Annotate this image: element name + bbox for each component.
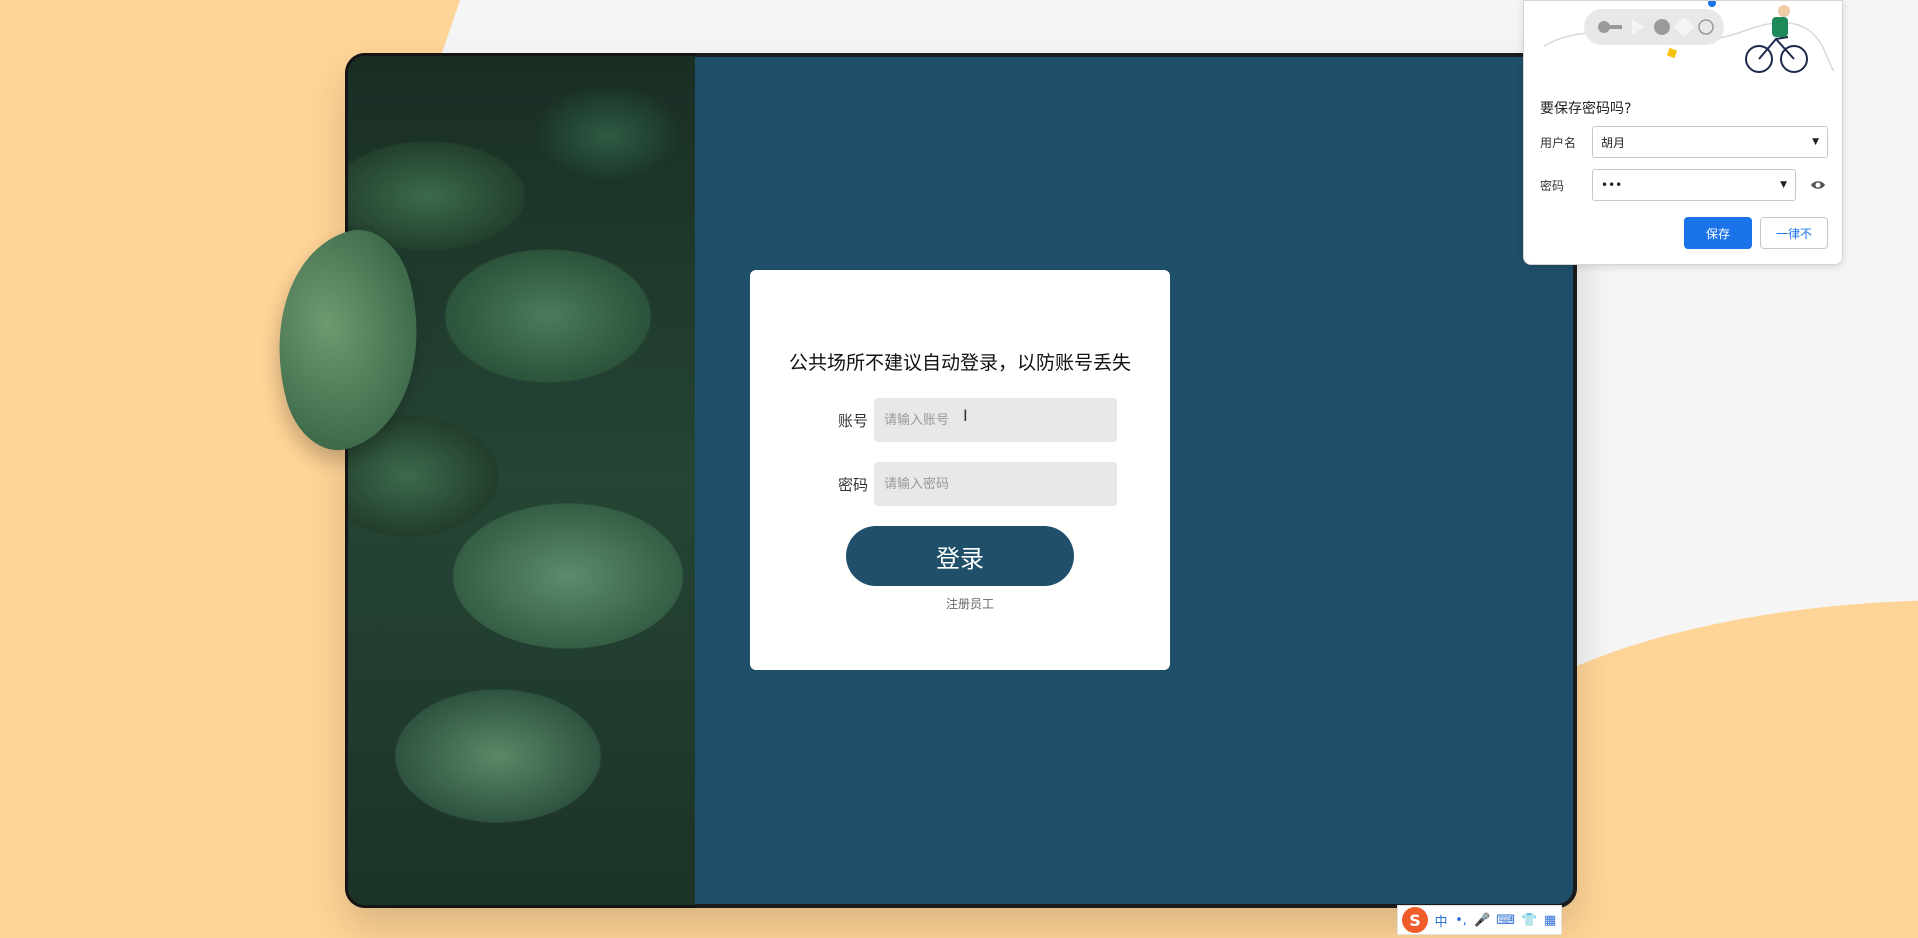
- save-password-popup: 要保存密码吗? 用户名 胡月 ▼ 密码 ••• ▼ 保存 一律不: [1523, 0, 1843, 265]
- ime-chinese-mode[interactable]: 中: [1434, 911, 1448, 930]
- ime-punctuation-icon[interactable]: •,: [1454, 913, 1468, 928]
- key-illustration-icon: [1544, 1, 1834, 73]
- apps-grid-icon[interactable]: ▦: [1543, 913, 1557, 928]
- chevron-down-icon: ▼: [1780, 180, 1787, 190]
- keyboard-icon[interactable]: ⌨: [1496, 913, 1515, 928]
- popup-password-label: 密码: [1540, 178, 1565, 193]
- chevron-down-icon: ▼: [1812, 137, 1819, 147]
- login-notice: 公共场所不建议自动登录，以防账号丢失: [788, 352, 1131, 374]
- leaf-image-panel: [345, 53, 695, 908]
- skin-icon[interactable]: 👕: [1521, 913, 1537, 928]
- password-row: 密码: [828, 462, 1117, 506]
- username-label: 用户名: [1540, 135, 1577, 150]
- microphone-icon[interactable]: 🎤: [1474, 913, 1490, 928]
- password-label: 密码: [837, 475, 868, 494]
- sogou-logo-icon[interactable]: S: [1402, 907, 1428, 933]
- password-value: •••: [1601, 178, 1623, 192]
- save-password-button[interactable]: 保存: [1684, 217, 1752, 249]
- never-save-button[interactable]: 一律不: [1760, 217, 1828, 249]
- password-save-row: 密码 ••• ▼: [1540, 169, 1826, 201]
- register-link[interactable]: 注册员工: [750, 595, 1190, 612]
- eye-icon[interactable]: [1810, 177, 1826, 193]
- popup-title: 要保存密码吗?: [1540, 101, 1632, 117]
- login-form: 公共场所不建议自动登录，以防账号丢失 账号 I 密码 登录 注册员工: [750, 270, 1170, 670]
- password-input[interactable]: [874, 462, 1117, 506]
- login-button[interactable]: 登录: [846, 526, 1074, 586]
- ime-toolbar: S 中 •, 🎤 ⌨ 👕 ▦: [1397, 905, 1563, 935]
- text-cursor-icon: I: [963, 406, 968, 425]
- account-label: 账号: [837, 411, 868, 430]
- password-select[interactable]: ••• ▼: [1592, 169, 1796, 201]
- username-value: 胡月: [1601, 135, 1626, 150]
- account-input[interactable]: [874, 398, 1117, 442]
- username-row: 用户名 胡月 ▼: [1540, 126, 1828, 158]
- username-select[interactable]: 胡月 ▼: [1592, 126, 1828, 158]
- account-row: 账号: [828, 398, 1117, 442]
